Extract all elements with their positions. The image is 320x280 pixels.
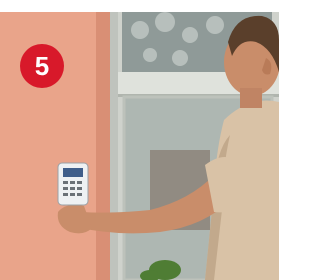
step-number: 5 xyxy=(34,51,50,81)
photo: 5 xyxy=(0,0,279,280)
top-border xyxy=(0,0,279,12)
step-badge: 5 xyxy=(20,44,64,88)
wall-shadow xyxy=(96,12,112,280)
neck xyxy=(240,88,262,108)
keypad-buttons xyxy=(63,181,82,196)
keypad-screen xyxy=(63,168,83,177)
door-frame-edge xyxy=(110,12,118,280)
scene-illustration xyxy=(0,0,279,280)
